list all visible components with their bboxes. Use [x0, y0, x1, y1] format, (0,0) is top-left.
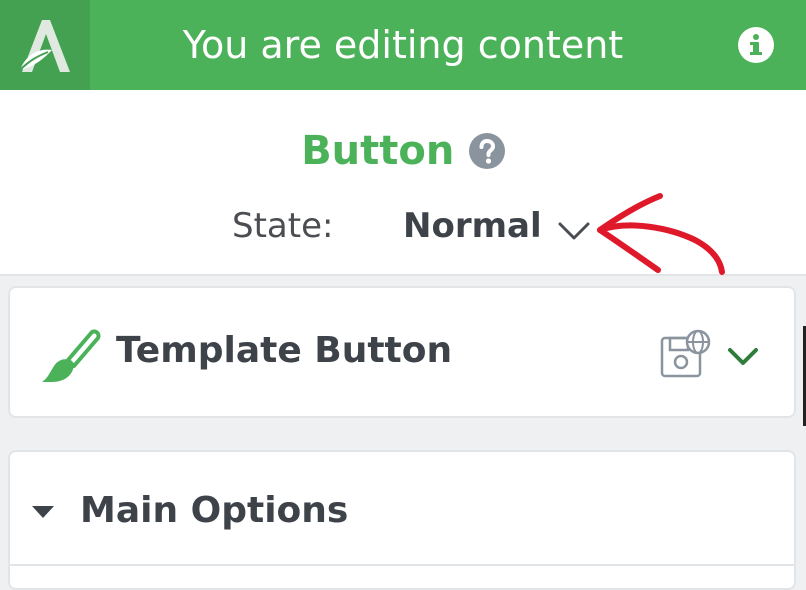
- top-bar: You are editing content: [0, 0, 806, 90]
- editing-banner-title: You are editing content: [182, 23, 624, 67]
- state-select[interactable]: Normal: [403, 206, 542, 246]
- chevron-down-icon[interactable]: [556, 218, 592, 244]
- module-title: Button: [0, 128, 806, 174]
- chevron-down-icon[interactable]: [726, 346, 760, 368]
- paintbrush-icon: [42, 329, 101, 382]
- red-arrow-annotation: [597, 193, 725, 275]
- caret-down-icon[interactable]: [30, 504, 56, 520]
- divi-leaf-logo-icon: [19, 20, 70, 72]
- logo[interactable]: [0, 0, 90, 90]
- save-global-icon[interactable]: [660, 328, 712, 380]
- main-options-label[interactable]: Main Options: [80, 490, 348, 531]
- module-name: Button: [301, 128, 455, 174]
- template-name: Template Button: [116, 330, 453, 371]
- question-circle-icon[interactable]: [468, 133, 505, 169]
- state-label: State:: [232, 206, 334, 246]
- info-icon[interactable]: [738, 27, 774, 63]
- template-card: Template Button: [8, 286, 796, 418]
- divider: [10, 564, 794, 566]
- main-options-card[interactable]: Main Options: [8, 450, 796, 590]
